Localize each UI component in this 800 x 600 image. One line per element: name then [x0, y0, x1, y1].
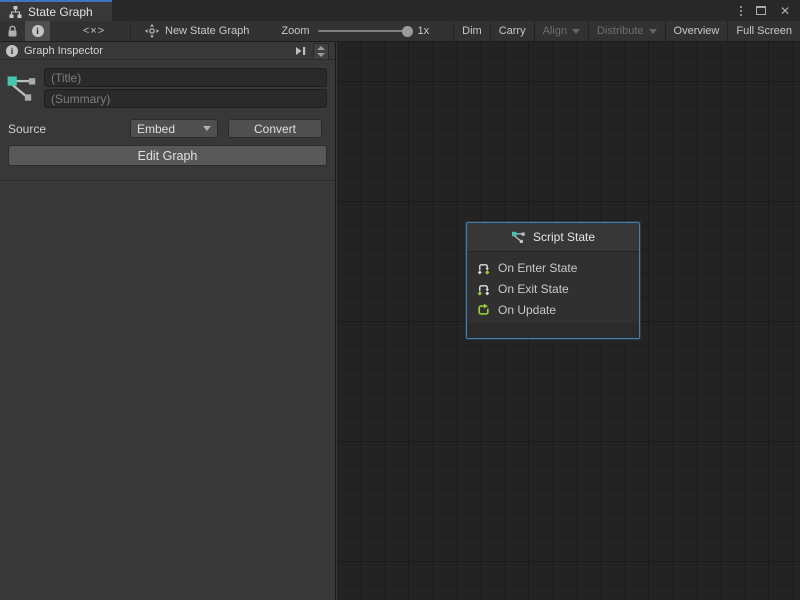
zoom-label: Zoom	[281, 25, 309, 37]
enter-state-icon	[476, 260, 491, 276]
edit-graph-button[interactable]: Edit Graph	[8, 145, 327, 166]
script-state-node[interactable]: Script State On Enter State	[466, 222, 640, 339]
graph-title-group: New State Graph	[131, 21, 259, 41]
lock-button[interactable]	[0, 21, 25, 41]
node-item-label: On Exit State	[498, 282, 569, 296]
zoom-slider[interactable]	[318, 30, 410, 32]
node-event-on-exit-state[interactable]: On Exit State	[476, 281, 630, 297]
code-view-button[interactable]: <×>	[58, 21, 130, 41]
inspector-toggle-button[interactable]: i	[25, 21, 50, 41]
lock-icon	[7, 25, 18, 37]
tab-label: State Graph	[28, 5, 93, 19]
graph-canvas[interactable]: Script State On Enter State	[337, 42, 800, 600]
inspector-header: i Graph Inspector	[0, 42, 335, 60]
zoom-value: 1x	[418, 25, 430, 37]
source-label: Source	[8, 122, 130, 136]
convert-button[interactable]: Convert	[228, 119, 322, 138]
current-graph-name: New State Graph	[165, 25, 249, 37]
node-event-on-update[interactable]: On Update	[476, 302, 630, 318]
chevron-down-icon	[203, 126, 211, 131]
arrow-down-icon	[317, 53, 325, 57]
full-screen-button[interactable]: Full Screen	[727, 21, 800, 41]
info-icon: i	[32, 25, 44, 37]
node-item-label: On Update	[498, 303, 556, 317]
node-footer	[467, 323, 639, 338]
window-controls: ✕	[740, 0, 800, 21]
tab-state-graph[interactable]: State Graph	[0, 0, 112, 21]
chevron-down-icon	[572, 29, 580, 34]
node-item-label: On Enter State	[498, 261, 577, 275]
node-body: On Enter State On Exit State	[467, 252, 639, 318]
info-icon: i	[6, 45, 18, 57]
dim-button[interactable]: Dim	[453, 21, 490, 41]
node-title: Script State	[533, 230, 595, 244]
source-dropdown-value: Embed	[137, 122, 199, 136]
window-tab-bar: State Graph ✕	[0, 0, 800, 21]
graph-toolbar: i <×> New State Graph Zoom 1x Dim Carry	[0, 21, 800, 42]
node-header[interactable]: Script State	[467, 223, 639, 252]
script-graph-icon	[511, 230, 526, 244]
code-icon: <×>	[83, 25, 105, 37]
source-dropdown[interactable]: Embed	[130, 119, 218, 138]
node-event-on-enter-state[interactable]: On Enter State	[476, 260, 630, 276]
graph-summary-input[interactable]	[44, 89, 327, 108]
graph-inspector-panel: i Graph Inspector	[0, 42, 336, 600]
inspector-title: Graph Inspector	[24, 45, 103, 57]
maximize-icon[interactable]	[756, 6, 766, 15]
hierarchy-icon	[9, 6, 22, 18]
scroll-spinner[interactable]	[313, 43, 329, 60]
carry-button[interactable]: Carry	[490, 21, 534, 41]
window-menu-icon[interactable]	[740, 6, 742, 16]
arrow-up-icon	[317, 46, 325, 50]
graph-title-input[interactable]	[44, 68, 327, 87]
zoom-slider-handle[interactable]	[402, 26, 413, 37]
expand-panel-icon[interactable]	[295, 45, 307, 57]
update-loop-icon	[476, 302, 491, 318]
toolbar-right-group: Dim Carry Align Distribute Overview Full…	[453, 21, 800, 41]
align-button[interactable]: Align	[534, 21, 588, 41]
exit-state-icon	[476, 281, 491, 297]
state-graph-node-icon	[7, 68, 37, 108]
distribute-button[interactable]: Distribute	[588, 21, 664, 41]
close-icon[interactable]: ✕	[780, 5, 790, 17]
overview-button[interactable]: Overview	[665, 21, 728, 41]
chevron-down-icon	[649, 29, 657, 34]
zoom-control: Zoom 1x	[281, 21, 429, 41]
graph-meta-section	[0, 60, 335, 110]
source-row: Source Embed Convert	[0, 110, 335, 138]
panel-divider	[0, 180, 335, 182]
move-gizmo-icon	[145, 24, 159, 38]
